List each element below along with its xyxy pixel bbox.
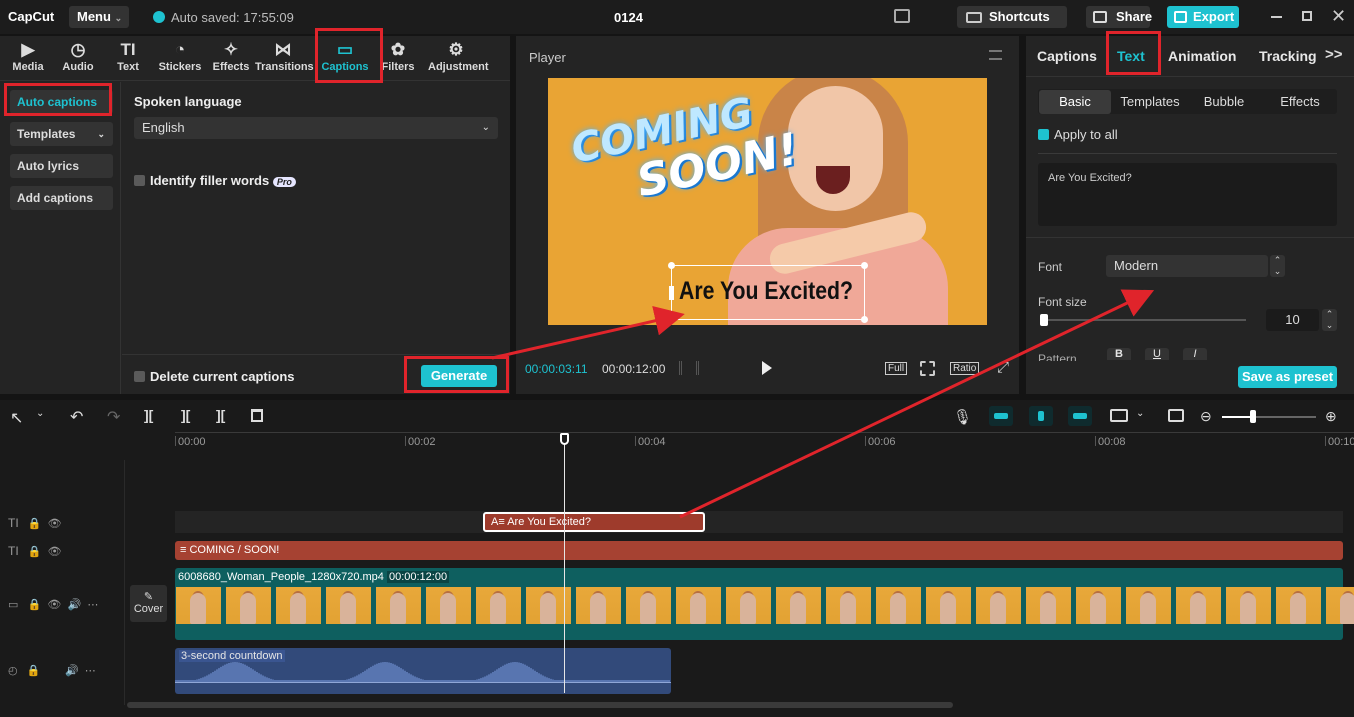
arrow-generate-to-caption: [491, 306, 685, 360]
annotation-arrows: [491, 289, 1155, 519]
arrow-clip-to-font: [679, 289, 1155, 519]
